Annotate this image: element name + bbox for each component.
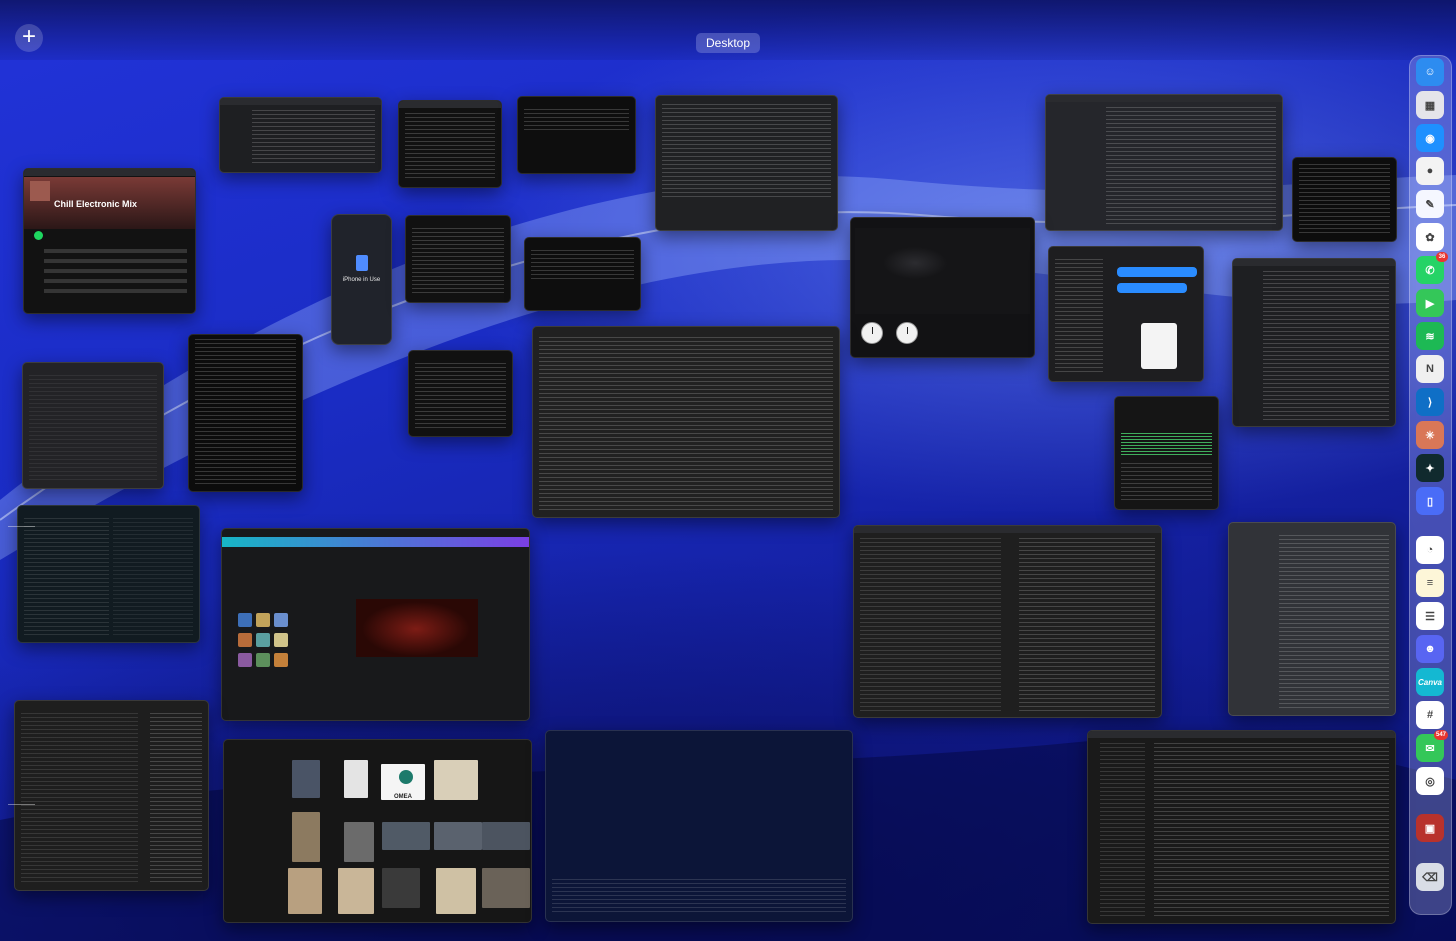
playlist-title: Chill Electronic Mix	[54, 199, 138, 209]
window-canva[interactable]	[221, 528, 530, 721]
world-map	[855, 228, 1030, 314]
photos-icon[interactable]: ✿	[1416, 223, 1444, 251]
play-icon[interactable]	[34, 231, 43, 240]
notion-icon[interactable]: N	[1416, 355, 1444, 383]
window-text-dense[interactable]	[1292, 157, 1397, 242]
discord-icon[interactable]: ☻	[1416, 635, 1444, 663]
window-vscode[interactable]	[1087, 730, 1396, 924]
simulator-icon[interactable]: ▯	[1416, 487, 1444, 515]
safari-icon[interactable]: ◉	[1416, 124, 1444, 152]
freeform-icon[interactable]: ✎	[1416, 190, 1444, 218]
canva-toolbar	[222, 537, 529, 547]
canvas-artwork	[356, 599, 478, 657]
launchpad-icon[interactable]: ▦	[1416, 91, 1444, 119]
window-whatsapp[interactable]	[17, 505, 200, 643]
notification-badge: 36	[1436, 252, 1448, 262]
iphone-status: iPhone in Use	[342, 277, 381, 283]
dock-separator	[8, 804, 35, 805]
notes-icon[interactable]: ≡	[1416, 569, 1444, 597]
vscode-icon[interactable]: ⟩	[1416, 388, 1444, 416]
window-terminal-1[interactable]	[517, 96, 636, 174]
messages-icon[interactable]: ✉ 547	[1416, 730, 1448, 762]
facetime-icon[interactable]: ▶	[1416, 289, 1444, 317]
window-discord-dark[interactable]	[1045, 94, 1283, 231]
window-finder-list[interactable]	[219, 97, 382, 173]
slack-icon[interactable]: #	[1416, 701, 1444, 729]
window-browser-article[interactable]	[853, 525, 1162, 718]
window-photos[interactable]: OMEA	[223, 739, 532, 923]
finder-icon[interactable]: ☺	[1416, 58, 1444, 86]
window-figma-assets[interactable]	[22, 362, 164, 489]
playlist-cover	[30, 181, 50, 201]
window-terminal-blue[interactable]	[545, 730, 853, 922]
clock-face-icon	[861, 322, 883, 344]
window-terminal-2[interactable]	[524, 237, 641, 311]
window-finder-list-2[interactable]	[1232, 258, 1396, 427]
window-text-editor-1[interactable]	[398, 100, 502, 188]
chrome-icon[interactable]: ●	[1416, 157, 1444, 185]
chatgpt-icon[interactable]: ◎	[1416, 767, 1444, 795]
window-chatgpt-2[interactable]	[532, 326, 840, 518]
window-discord[interactable]	[1228, 522, 1396, 716]
omea-tile: OMEA	[381, 764, 425, 800]
add-space-button[interactable]: +	[15, 24, 43, 52]
iphone-icon	[356, 255, 368, 271]
clock-icon[interactable]: ◔	[1416, 536, 1444, 564]
window-messages[interactable]	[1048, 246, 1204, 382]
canva-icon[interactable]: Canva	[1416, 668, 1444, 696]
window-chatgpt-1[interactable]	[655, 95, 838, 231]
clock-face-icon	[896, 322, 918, 344]
spotify-icon[interactable]: ≋	[1416, 322, 1444, 350]
trash-icon[interactable]: ⌫	[1416, 863, 1444, 891]
whatsapp-icon[interactable]: ✆ 36	[1416, 252, 1448, 284]
backpack-icon[interactable]: ▣	[1416, 814, 1444, 842]
claude-icon[interactable]: ✳	[1416, 421, 1444, 449]
window-iphone-mirroring[interactable]: iPhone in Use	[331, 214, 392, 345]
perplexity-icon[interactable]: ✦	[1416, 454, 1444, 482]
window-code-green[interactable]	[1114, 396, 1219, 510]
window-text-editor-3[interactable]	[408, 350, 513, 437]
window-spotify[interactable]: Chill Electronic Mix	[23, 168, 196, 314]
window-world-clock[interactable]	[850, 217, 1035, 358]
window-text-editor-2[interactable]	[405, 215, 511, 303]
dock-separator	[8, 526, 35, 527]
window-notes-sidebar[interactable]	[14, 700, 209, 891]
notification-badge: 547	[1433, 730, 1448, 740]
desktop-space-thumbnail[interactable]: Desktop	[696, 33, 760, 53]
omea-logo-text: OMEA	[394, 794, 412, 800]
window-terminal-long[interactable]	[188, 334, 303, 492]
reminders-icon[interactable]: ☰	[1416, 602, 1444, 630]
